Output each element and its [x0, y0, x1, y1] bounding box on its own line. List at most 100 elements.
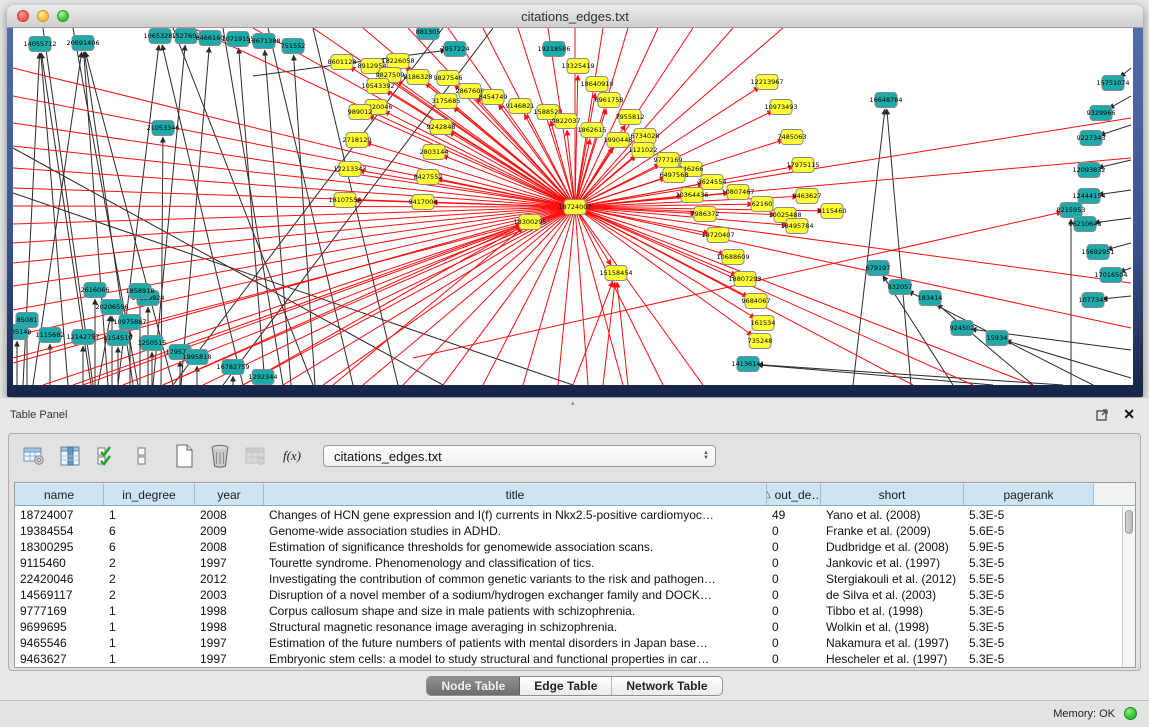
cell-title: Disruption of a novel member of a sodium…	[264, 587, 767, 603]
citation-edge-red[interactable]	[323, 207, 575, 385]
citation-edge-red[interactable]	[203, 207, 575, 385]
delete-column-icon[interactable]	[207, 443, 233, 469]
citation-edge-black[interactable]	[757, 365, 1063, 385]
cell-pagerank: 5.5E-5	[964, 571, 1094, 587]
create-column-icon[interactable]	[171, 443, 197, 469]
graph-node-label: 9242848	[427, 123, 456, 131]
unselect-all-columns-icon[interactable]	[129, 443, 155, 469]
delete-table-icon[interactable]	[243, 443, 269, 469]
citation-edge-black[interactable]	[265, 50, 291, 385]
cell-name: 18300295	[15, 539, 104, 555]
splitter-handle-icon[interactable]: ▴	[571, 399, 575, 407]
network-file-select[interactable]: citations_edges.txt ▲ ▼	[323, 445, 716, 467]
table-row[interactable]: 1830029562008Estimation of significance …	[15, 539, 1122, 555]
cell-pagerank: 5.3E-5	[964, 507, 1094, 523]
citation-edge-red[interactable]	[575, 207, 611, 265]
graph-node-label: 20364436	[675, 191, 708, 199]
cell-year: 2003	[195, 587, 264, 603]
citation-edge-black[interactable]	[162, 45, 243, 385]
column-header-in_degree[interactable]: in_degree	[104, 483, 195, 505]
citation-edge-black[interactable]	[757, 365, 993, 385]
close-window-icon[interactable]	[17, 10, 29, 22]
vertical-scrollbar[interactable]	[1122, 507, 1135, 667]
table-panel-header: ▴ Table Panel ✕	[0, 398, 1149, 433]
tab-edge-table[interactable]: Edge Table	[520, 677, 612, 695]
column-header-name[interactable]: name	[15, 483, 104, 505]
graph-node-label: 1115682	[36, 331, 65, 339]
table-row[interactable]: 1456911722003Disruption of a novel membe…	[15, 587, 1122, 603]
zoom-window-icon[interactable]	[57, 10, 69, 22]
graph-node-label: 161534	[751, 319, 776, 327]
show-column-icon[interactable]	[57, 443, 83, 469]
table-row[interactable]: 1938455462009Genome-wide association stu…	[15, 523, 1122, 539]
table-row[interactable]: 911546021997Tourette syndrome. Phenomeno…	[15, 555, 1122, 571]
column-header-short[interactable]: short	[821, 483, 964, 505]
table-row[interactable]: 977716911998Corpus callosum shape and si…	[15, 603, 1122, 619]
citation-edge-red[interactable]	[193, 28, 575, 207]
citation-edge-black[interactable]	[153, 45, 185, 385]
table-row[interactable]: 2242004622012Investigating the contribut…	[15, 571, 1122, 587]
window-titlebar[interactable]: citations_edges.txt	[7, 5, 1143, 28]
column-header-year[interactable]: year	[195, 483, 264, 505]
graph-node-label: 10975887	[113, 318, 146, 326]
column-header-out_de[interactable]: △out_de…	[767, 483, 821, 505]
citation-edge-red[interactable]	[575, 207, 623, 385]
graph-node-label: 751552	[281, 42, 306, 50]
graph-node-label: 10973493	[764, 103, 797, 111]
graph-node-label: 1292344	[249, 373, 278, 381]
network-window-frame: 1872400718300295860112889129541822605898…	[7, 28, 1143, 397]
network-canvas[interactable]: 1872400718300295860112889129541822605898…	[13, 28, 1133, 385]
table-row[interactable]: 946554611997Estimation of the future num…	[15, 635, 1122, 651]
graph-node-label: 8427552	[414, 173, 443, 181]
close-panel-icon[interactable]: ✕	[1123, 406, 1135, 423]
citation-edge-red[interactable]	[558, 207, 575, 385]
citation-edge-red[interactable]	[575, 207, 588, 385]
tab-node-table[interactable]: Node Table	[427, 677, 520, 695]
citation-edge-red[interactable]	[573, 281, 613, 385]
column-header-title[interactable]: title	[264, 483, 767, 505]
cell-short: Dudbridge et al. (2008)	[821, 539, 964, 555]
citation-edge-red[interactable]	[575, 207, 1131, 283]
table-row[interactable]: 1872400712008Changes of HCN gene express…	[15, 507, 1122, 523]
graph-node-label: 18807293	[728, 275, 761, 283]
graph-node-label: 17016504	[1094, 271, 1127, 279]
table-mode-icon[interactable]	[21, 443, 47, 469]
citation-edge-red[interactable]	[363, 207, 575, 385]
scrollbar-thumb[interactable]	[1125, 510, 1133, 534]
graph-node-label: 85081	[17, 316, 38, 324]
citation-edge-red[interactable]	[333, 228, 523, 385]
graph-node-label: 1990448	[604, 136, 633, 144]
citation-edge-red[interactable]	[603, 282, 615, 385]
table-row[interactable]: 946362711997Embryonic stem cells: a mode…	[15, 651, 1122, 667]
citation-edge-black[interactable]	[1109, 96, 1131, 109]
cell-short: de Silva et al. (2003)	[821, 587, 964, 603]
citation-edge-red[interactable]	[163, 207, 575, 385]
column-header-pagerank[interactable]: pagerank	[964, 483, 1094, 505]
graph-node-label: 9463627	[793, 192, 822, 200]
cell-name: 19384554	[15, 523, 104, 539]
cell-short: Wolkin et al. (1998)	[821, 619, 964, 635]
citation-edge-red[interactable]	[13, 207, 575, 336]
graph-node-label: 2803144	[420, 148, 449, 156]
memory-status-icon[interactable]	[1124, 707, 1137, 720]
graph-node-label: 924502	[950, 324, 975, 332]
citation-network-graph[interactable]: 1872400718300295860112889129541822605898…	[13, 28, 1133, 385]
citation-edge-red[interactable]	[243, 207, 575, 385]
cell-year: 1998	[195, 619, 264, 635]
cell-pagerank: 5.3E-5	[964, 635, 1094, 651]
graph-node-label: 3624554	[698, 178, 727, 186]
float-panel-icon[interactable]	[1096, 408, 1109, 421]
minimize-window-icon[interactable]	[37, 10, 49, 22]
cell-short: Franke et al. (2009)	[821, 523, 964, 539]
table-panel-title: Table Panel	[10, 409, 68, 421]
cell-in_degree: 1	[104, 635, 195, 651]
select-all-columns-icon[interactable]	[93, 443, 119, 469]
citation-edge-black[interactable]	[294, 55, 315, 385]
citation-edge-red[interactable]	[368, 116, 575, 207]
citation-edge-red[interactable]	[13, 207, 575, 286]
function-builder-icon[interactable]: f(x)	[279, 443, 305, 469]
citation-edge-red[interactable]	[13, 206, 575, 207]
table-row[interactable]: 969969511998Structural magnetic resonanc…	[15, 619, 1122, 635]
cell-year: 2008	[195, 539, 264, 555]
tab-network-table[interactable]: Network Table	[612, 677, 721, 695]
